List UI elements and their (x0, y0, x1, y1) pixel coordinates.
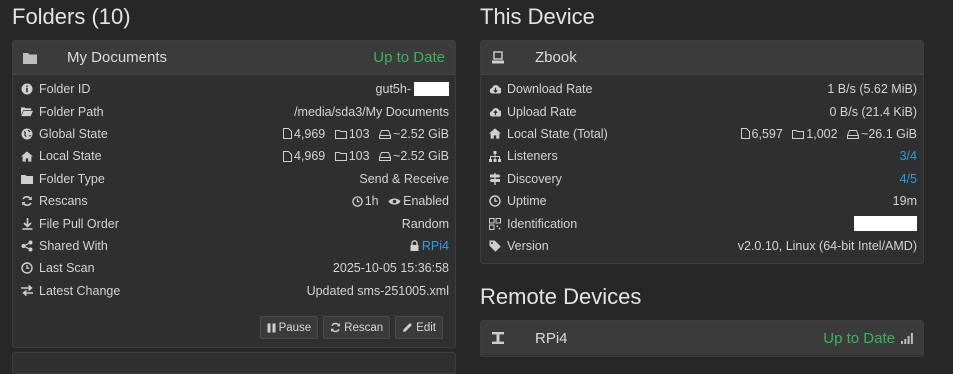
clock-icon (21, 262, 33, 275)
pull-order-value: Random (401, 216, 449, 231)
rescan-button[interactable]: Rescan (323, 316, 391, 339)
folder-icon (23, 50, 47, 66)
row-shared-with: Shared With RPi4 (21, 235, 449, 257)
redacted-id[interactable] (854, 216, 917, 232)
latest-change-value: Updated sms-251005.xml (306, 283, 449, 298)
remote-device-panel-rpi4: RPi4 Up to Date (480, 320, 924, 357)
folder-open-icon (21, 106, 33, 118)
hdd-icon (379, 129, 392, 139)
qrcode-icon (489, 217, 501, 230)
pencil-icon (402, 322, 413, 333)
remote-device-status: Up to Date (823, 329, 895, 347)
home-icon (489, 128, 501, 140)
row-local-state: Local State 4,969 103 ~2.52 GiB (21, 145, 449, 167)
globe-icon (21, 128, 33, 140)
hdd-icon (847, 129, 860, 139)
shared-device-link[interactable]: RPi4 (422, 239, 449, 253)
row-identification: Identification (489, 212, 917, 234)
folder-outline-icon (792, 129, 805, 139)
row-discovery: Discovery 4/5 (489, 168, 917, 190)
sitemap-icon (489, 150, 501, 162)
this-device-header[interactable]: Zbook (481, 41, 923, 75)
tag-icon (489, 240, 501, 252)
folders-heading: Folders (10) (12, 4, 131, 29)
file-icon (740, 128, 750, 140)
row-latest-change: Latest Change Updated sms-251005.xml (21, 280, 449, 302)
row-uptime: Uptime 19m (489, 190, 917, 212)
this-device-heading: This Device (480, 4, 595, 29)
remote-device-name: RPi4 (535, 329, 568, 347)
pause-icon (267, 323, 276, 333)
pull-order-icon (21, 217, 33, 230)
this-device-panel: Zbook Download Rate 1 B/s (5.62 MiB) Upl… (480, 40, 924, 264)
cloud-download-icon (489, 83, 501, 95)
folder-icon (21, 173, 33, 185)
row-global-state: Global State 4,969 103 ~2.52 GiB (21, 123, 449, 145)
clock-icon (351, 195, 363, 207)
listeners-link[interactable]: 3/4 (900, 149, 917, 163)
folder-name: My Documents (67, 49, 168, 66)
exchange-icon (21, 285, 33, 297)
discovery-link[interactable]: 4/5 (900, 172, 917, 186)
laptop-icon (491, 50, 515, 66)
file-icon (282, 150, 292, 162)
refresh-icon (21, 195, 33, 207)
last-scan-value: 2025-10-05 15:36:58 (332, 261, 449, 276)
row-upload-rate: Upload Rate 0 B/s (21.4 KiB) (489, 100, 917, 122)
file-icon (282, 128, 292, 140)
row-listeners: Listeners 3/4 (489, 145, 917, 167)
row-folder-type: Folder Type Send & Receive (21, 168, 449, 190)
hdd-icon (379, 151, 392, 162)
folder-status: Up to Date (373, 49, 445, 66)
row-last-scan: Last Scan 2025-10-05 15:36:58 (21, 257, 449, 279)
row-file-pull-order: File Pull Order Random (21, 212, 449, 234)
folder-path-value: /media/sda3/My Documents (294, 104, 449, 119)
folder-outline-icon (334, 151, 347, 162)
row-version: Version v2.0.10, Linux (64-bit Intel/AMD… (489, 235, 917, 257)
redacted-block (414, 82, 449, 97)
folder-id-value: gut5h- (375, 82, 411, 97)
folder-panel-header[interactable]: My Documents Up to Date (13, 41, 455, 75)
edit-button[interactable]: Edit (395, 316, 443, 339)
row-folder-path: Folder Path /media/sda3/My Documents (21, 100, 449, 122)
next-folder-panel[interactable] (12, 352, 456, 374)
lock-icon (410, 240, 419, 252)
this-device-name: Zbook (535, 49, 577, 66)
row-rescans: Rescans 1h Enabled (21, 190, 449, 212)
folder-type-value: Send & Receive (359, 171, 449, 186)
server-icon (491, 330, 515, 346)
remote-device-header[interactable]: RPi4 Up to Date (481, 321, 923, 355)
row-download-rate: Download Rate 1 B/s (5.62 MiB) (489, 78, 917, 100)
home-icon (21, 150, 33, 162)
folder-outline-icon (334, 129, 347, 139)
eye-icon (388, 197, 401, 206)
folder-panel-my-documents: My Documents Up to Date Folder ID gut5h-… (12, 40, 456, 348)
share-icon (21, 240, 33, 252)
refresh-icon (330, 322, 341, 333)
clock-icon (489, 195, 501, 207)
info-icon (21, 83, 33, 95)
cloud-upload-icon (489, 106, 501, 118)
pause-button[interactable]: Pause (259, 316, 319, 339)
remote-devices-heading: Remote Devices (480, 284, 642, 309)
row-folder-id: Folder ID gut5h- (21, 78, 449, 100)
row-local-state-total: Local State (Total) 6,597 1,002 ~26.1 Gi… (489, 123, 917, 145)
signal-bars-icon (901, 332, 913, 344)
signpost-icon (489, 172, 501, 185)
